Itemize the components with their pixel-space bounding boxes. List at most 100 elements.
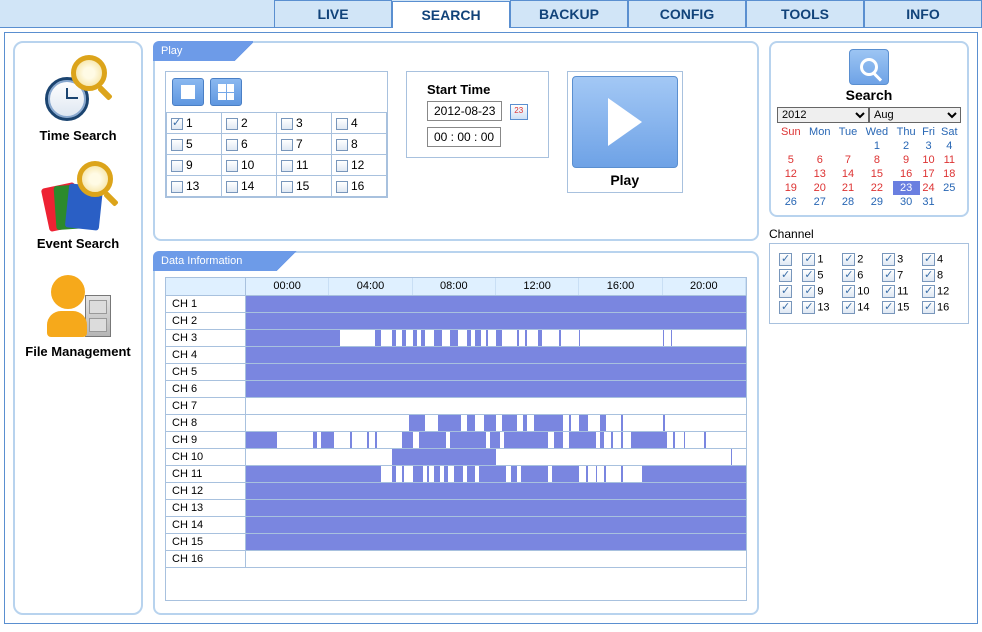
tab-info[interactable]: INFO	[864, 0, 982, 27]
timeline-data[interactable]	[246, 483, 746, 500]
channel-checkbox-8[interactable]: 8	[922, 269, 959, 282]
timeline-data[interactable]	[246, 500, 746, 517]
calendar-day-5[interactable]: 5	[777, 153, 805, 167]
timeline-data[interactable]	[246, 364, 746, 381]
calendar-day-27[interactable]: 27	[805, 195, 835, 209]
tab-config[interactable]: CONFIG	[628, 0, 746, 27]
camera-checkbox-12[interactable]: 12	[332, 155, 387, 176]
search-button[interactable]	[849, 49, 889, 85]
calendar-day-23[interactable]: 23	[893, 181, 920, 195]
camera-checkbox-14[interactable]: 14	[222, 176, 277, 197]
calendar-day-22[interactable]: 22	[861, 181, 893, 195]
camera-checkbox-5[interactable]: 5	[167, 134, 222, 155]
camera-checkbox-4[interactable]: 4	[332, 113, 387, 134]
calendar-day-12[interactable]: 12	[777, 167, 805, 181]
timeline-data[interactable]	[246, 432, 746, 449]
sidebar-item-file-management[interactable]: File Management	[25, 271, 130, 361]
calendar-day-16[interactable]: 16	[893, 167, 920, 181]
calendar-day-20[interactable]: 20	[805, 181, 835, 195]
calendar-day-10[interactable]: 10	[920, 153, 938, 167]
timeline-data[interactable]	[246, 415, 746, 432]
year-select[interactable]: 2012	[777, 107, 869, 123]
channel-row-check-3[interactable]	[779, 301, 799, 314]
calendar-day-1[interactable]: 1	[861, 139, 893, 153]
channel-checkbox-15[interactable]: 15	[882, 301, 919, 314]
tab-live[interactable]: LIVE	[274, 0, 392, 27]
calendar-day-29[interactable]: 29	[861, 195, 893, 209]
channel-checkbox-4[interactable]: 4	[922, 253, 959, 266]
calendar-day-30[interactable]: 30	[893, 195, 920, 209]
calendar-day-7[interactable]: 7	[835, 153, 861, 167]
calendar-day-4[interactable]: 4	[938, 139, 961, 153]
timeline-data[interactable]	[246, 330, 746, 347]
calendar-day-28[interactable]: 28	[835, 195, 861, 209]
camera-checkbox-9[interactable]: 9	[167, 155, 222, 176]
calendar-day-25[interactable]: 25	[938, 181, 961, 195]
camera-checkbox-3[interactable]: 3	[277, 113, 332, 134]
timeline-data[interactable]	[246, 347, 746, 364]
calendar-day-17[interactable]: 17	[920, 167, 938, 181]
timeline-data[interactable]	[246, 381, 746, 398]
channel-checkbox-3[interactable]: 3	[882, 253, 919, 266]
channel-checkbox-5[interactable]: 5	[802, 269, 839, 282]
calendar-day-18[interactable]: 18	[938, 167, 961, 181]
camera-checkbox-1[interactable]: 1	[167, 113, 222, 134]
timeline-data[interactable]	[246, 517, 746, 534]
channel-checkbox-2[interactable]: 2	[842, 253, 879, 266]
calendar-day-26[interactable]: 26	[777, 195, 805, 209]
camera-checkbox-2[interactable]: 2	[222, 113, 277, 134]
calendar-day-24[interactable]: 24	[920, 181, 938, 195]
play-button[interactable]	[572, 76, 678, 168]
channel-checkbox-16[interactable]: 16	[922, 301, 959, 314]
timeline-data[interactable]	[246, 534, 746, 551]
tab-backup[interactable]: BACKUP	[510, 0, 628, 27]
tab-tools[interactable]: TOOLS	[746, 0, 864, 27]
timeline-data[interactable]	[246, 466, 746, 483]
timeline-data[interactable]	[246, 449, 746, 466]
channel-row-check-0[interactable]	[779, 253, 799, 266]
camera-checkbox-7[interactable]: 7	[277, 134, 332, 155]
calendar-day-13[interactable]: 13	[805, 167, 835, 181]
channel-row-check-2[interactable]	[779, 285, 799, 298]
month-select[interactable]: Aug	[869, 107, 961, 123]
camera-checkbox-6[interactable]: 6	[222, 134, 277, 155]
timeline-data[interactable]	[246, 551, 746, 568]
camera-checkbox-13[interactable]: 13	[167, 176, 222, 197]
channel-checkbox-10[interactable]: 10	[842, 285, 879, 298]
timeline-data[interactable]	[246, 313, 746, 330]
calendar-day-3[interactable]: 3	[920, 139, 938, 153]
calendar-day-2[interactable]: 2	[893, 139, 920, 153]
date-input[interactable]: 2012-08-23	[427, 101, 502, 121]
timeline-data[interactable]	[246, 296, 746, 313]
camera-checkbox-11[interactable]: 11	[277, 155, 332, 176]
view-single-button[interactable]	[172, 78, 204, 106]
channel-checkbox-14[interactable]: 14	[842, 301, 879, 314]
channel-checkbox-6[interactable]: 6	[842, 269, 879, 282]
calendar-day-19[interactable]: 19	[777, 181, 805, 195]
sidebar-item-event-search[interactable]: Event Search	[37, 163, 119, 253]
calendar-day-6[interactable]: 6	[805, 153, 835, 167]
channel-checkbox-11[interactable]: 11	[882, 285, 919, 298]
calendar-day-31[interactable]: 31	[920, 195, 938, 209]
camera-checkbox-10[interactable]: 10	[222, 155, 277, 176]
camera-checkbox-15[interactable]: 15	[277, 176, 332, 197]
channel-checkbox-13[interactable]: 13	[802, 301, 839, 314]
calendar-day-14[interactable]: 14	[835, 167, 861, 181]
tab-search[interactable]: SEARCH	[392, 1, 510, 28]
timeline-data[interactable]	[246, 398, 746, 415]
time-input[interactable]: 00 : 00 : 00	[427, 127, 501, 147]
sidebar-item-time-search[interactable]: Time Search	[39, 55, 116, 145]
calendar-icon[interactable]: 23	[510, 104, 528, 120]
calendar-day-9[interactable]: 9	[893, 153, 920, 167]
view-grid-button[interactable]	[210, 78, 242, 106]
channel-row-check-1[interactable]	[779, 269, 799, 282]
channel-checkbox-9[interactable]: 9	[802, 285, 839, 298]
calendar-day-21[interactable]: 21	[835, 181, 861, 195]
channel-checkbox-1[interactable]: 1	[802, 253, 839, 266]
calendar-day-8[interactable]: 8	[861, 153, 893, 167]
camera-checkbox-8[interactable]: 8	[332, 134, 387, 155]
channel-checkbox-7[interactable]: 7	[882, 269, 919, 282]
channel-checkbox-12[interactable]: 12	[922, 285, 959, 298]
calendar-day-15[interactable]: 15	[861, 167, 893, 181]
calendar-day-11[interactable]: 11	[938, 153, 961, 167]
